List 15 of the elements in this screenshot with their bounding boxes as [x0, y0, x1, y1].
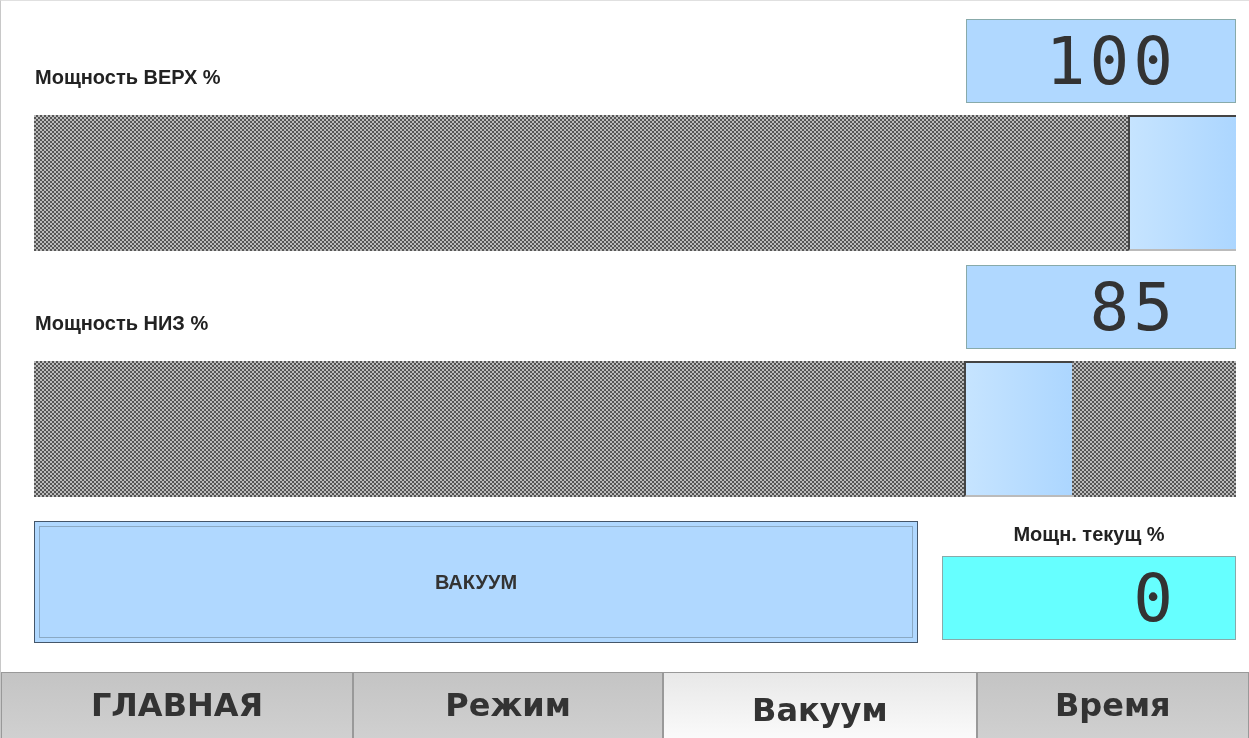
slider-thumb[interactable]: [1128, 115, 1236, 251]
current-power-label: Мощн. текущ %: [1013, 523, 1165, 546]
slider-label: Мощность ВЕРХ %: [35, 66, 221, 89]
digital-display: 0: [942, 556, 1236, 640]
slider-thumb[interactable]: [963, 361, 1072, 497]
tab[interactable]: Режим: [353, 672, 663, 738]
digital-display: 100: [966, 19, 1236, 103]
slider-track[interactable]: [34, 361, 1236, 497]
slider-track[interactable]: [34, 115, 1236, 251]
tab[interactable]: ГЛАВНАЯ: [1, 672, 354, 738]
vacuum-button[interactable]: ВАКУУМ: [34, 521, 918, 643]
slider-label: Мощность НИЗ %: [35, 312, 209, 335]
tab[interactable]: Время: [976, 672, 1249, 738]
digital-display: 85: [966, 265, 1236, 349]
tab[interactable]: Вакуум: [662, 672, 977, 738]
